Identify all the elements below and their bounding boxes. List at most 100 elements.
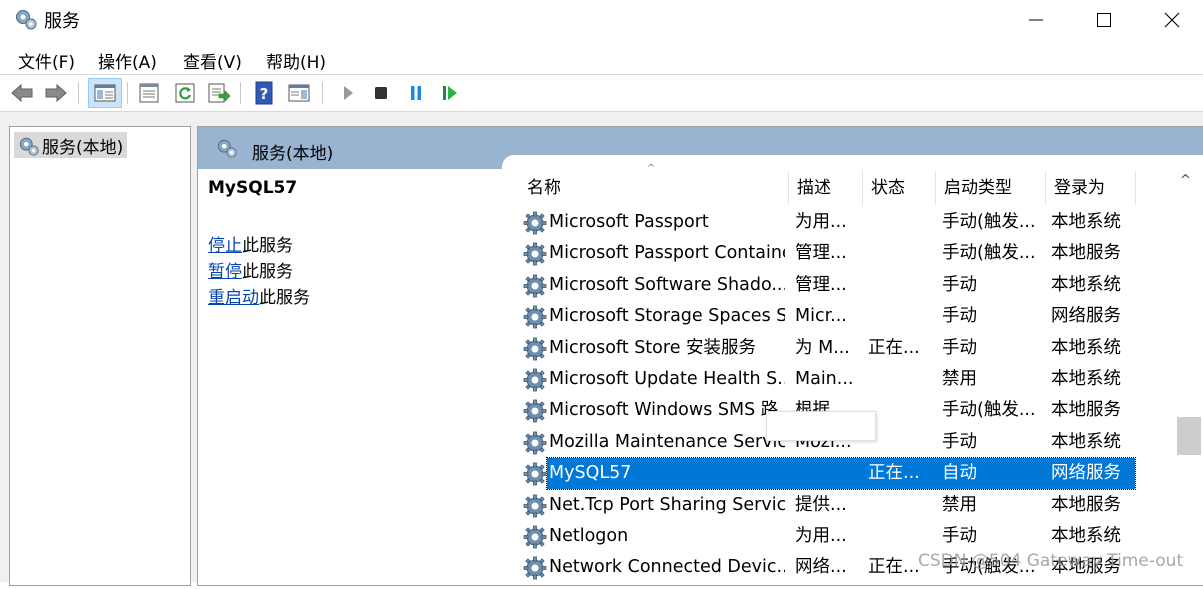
show-hide-action-pane-button[interactable]	[286, 80, 312, 106]
service-startup-type: 禁用	[942, 368, 977, 389]
service-description-panel: MySQL57 停止此服务 暂停此服务 重启动此服务	[198, 169, 498, 589]
services-gear-icon	[16, 10, 37, 30]
vertical-scrollbar[interactable]: ^	[1174, 155, 1203, 585]
column-header-row: 名称 描述 状态 启动类型 登录为	[502, 171, 1142, 205]
service-name: Mozilla Maintenance Service	[549, 431, 785, 452]
service-row[interactable]: MySQL57 正在... 自动 网络服务	[502, 457, 1142, 491]
menu-bar: 文件(F) 操作(A) 查看(V) 帮助(H)	[0, 44, 1203, 75]
scroll-up-arrow-icon[interactable]: ^	[1180, 173, 1191, 188]
service-startup-type: 手动(触发...	[942, 243, 1036, 264]
toolbar-separator	[127, 82, 128, 104]
tree-item-label: 服务(本地)	[42, 137, 124, 158]
service-log-on-as: 本地系统	[1051, 337, 1121, 358]
menu-view[interactable]: 查看(V)	[183, 48, 242, 73]
menu-file[interactable]: 文件(F)	[18, 48, 75, 73]
service-log-on-as: 本地服务	[1051, 243, 1121, 264]
service-gear-icon	[522, 555, 548, 581]
scrollbar-thumb[interactable]	[1177, 417, 1201, 455]
menu-help[interactable]: 帮助(H)	[266, 48, 326, 73]
forward-icon	[45, 83, 67, 103]
toolbar-separator	[78, 82, 79, 104]
maximize-button[interactable]	[1070, 0, 1138, 40]
service-startup-type: 手动	[942, 431, 977, 452]
service-status	[868, 270, 930, 301]
work-area: 服务(本地) 服务(本地) MySQL57 停止此服务 暂停此服务 重启动此服务	[0, 112, 1203, 586]
tree-item-services-local[interactable]: 服务(本地)	[14, 132, 128, 158]
export-list-button[interactable]	[206, 80, 232, 106]
toolbar-separator	[322, 82, 323, 104]
stop-service-button[interactable]	[368, 80, 394, 106]
restart-service-link[interactable]: 重启动	[208, 288, 259, 308]
service-row[interactable]: Microsoft Update Health S... Main... 禁用 本地系…	[502, 364, 1142, 395]
service-status: 正在...	[868, 463, 920, 484]
forward-button[interactable]	[43, 80, 69, 106]
service-name: Microsoft Software Shado...	[549, 274, 785, 295]
column-header-description[interactable]: 描述	[789, 171, 863, 205]
service-status	[868, 207, 930, 238]
stop-service-link[interactable]: 停止	[208, 236, 242, 256]
service-status: 正在...	[868, 337, 920, 358]
service-row[interactable]: Netlogon 为用... 手动 本地系统	[502, 521, 1142, 552]
service-gear-icon	[522, 367, 548, 393]
service-log-on-as: 本地服务	[1051, 400, 1121, 421]
services-gear-icon	[19, 137, 39, 156]
export-list-icon	[208, 83, 231, 103]
service-status	[868, 521, 930, 552]
service-description: 提供...	[795, 494, 847, 515]
column-header-status[interactable]: 状态	[863, 171, 936, 205]
service-row[interactable]: Microsoft Software Shado... 管理... 手动 本地系统	[502, 270, 1142, 301]
show-hide-tree-button[interactable]	[88, 78, 122, 108]
resume-service-button[interactable]	[437, 80, 463, 106]
service-description	[795, 458, 857, 489]
action-suffix: 此服务	[242, 236, 293, 256]
pause-service-link[interactable]: 暂停	[208, 262, 242, 282]
selected-service-name: MySQL57	[208, 178, 298, 198]
service-name: MySQL57	[549, 463, 632, 484]
service-gear-icon	[522, 336, 548, 362]
service-log-on-as: 本地系统	[1051, 525, 1121, 546]
pause-service-button[interactable]	[403, 80, 429, 106]
refresh-button[interactable]	[172, 80, 198, 106]
properties-icon	[139, 83, 159, 103]
column-header-name[interactable]: 名称	[519, 171, 789, 205]
menu-action[interactable]: 操作(A)	[98, 48, 157, 73]
services-gear-icon	[217, 139, 237, 158]
back-button[interactable]	[9, 80, 35, 106]
service-name: Microsoft Windows SMS 路...	[549, 400, 785, 421]
service-status	[868, 364, 930, 395]
services-pane: 服务(本地) MySQL57 停止此服务 暂停此服务 重启动此服务 ^ 名称 描…	[197, 126, 1203, 586]
title-bar: 服务	[0, 0, 1203, 40]
service-description: 管理...	[795, 243, 847, 264]
service-row[interactable]: Microsoft Passport Container 管理... 手动(触发..…	[502, 238, 1142, 269]
service-gear-icon	[522, 273, 548, 299]
start-service-icon	[344, 86, 353, 100]
service-startup-type: 禁用	[942, 494, 977, 515]
service-row[interactable]: Net.Tcp Port Sharing Service 提供... 禁用 本地服务	[502, 490, 1142, 521]
service-gear-icon	[522, 304, 548, 330]
services-rows: Microsoft Passport 为用... 手动(触发... 本地系统 Micro…	[502, 207, 1142, 584]
service-description: 管理...	[795, 274, 847, 295]
service-startup-type: 手动	[942, 306, 977, 327]
service-description: Micr...	[795, 306, 847, 327]
start-service-button[interactable]	[335, 80, 361, 106]
minimize-button[interactable]	[1002, 0, 1070, 40]
service-row[interactable]: Microsoft Storage Spaces S... Micr... 手动 网络…	[502, 301, 1142, 332]
close-button[interactable]	[1138, 0, 1203, 40]
properties-button[interactable]	[136, 80, 162, 106]
service-name: Microsoft Update Health S...	[549, 368, 785, 389]
watermark: CSDN @504 Gateway Time-out	[918, 551, 1184, 571]
show-hide-action-pane-icon	[288, 84, 310, 102]
service-row[interactable]: Microsoft Passport 为用... 手动(触发... 本地系统	[502, 207, 1142, 238]
svg-text:?: ?	[260, 85, 269, 103]
help-button[interactable]: ?	[251, 80, 277, 106]
pane-header-title: 服务(本地)	[252, 144, 334, 164]
pause-service-icon	[411, 86, 421, 100]
service-name: Microsoft Passport Container	[549, 243, 785, 264]
column-header-startup-type[interactable]: 启动类型	[936, 171, 1046, 205]
service-name: Network Connected Devic...	[549, 557, 785, 578]
column-header-log-on-as[interactable]: 登录为	[1046, 171, 1136, 205]
service-startup-type: 手动(触发...	[942, 212, 1036, 232]
service-status	[868, 395, 930, 426]
service-row[interactable]: Microsoft Store 安装服务 为 M... 正在... 手动 本地系统	[502, 333, 1142, 364]
service-name: Microsoft Storage Spaces S...	[549, 306, 785, 327]
